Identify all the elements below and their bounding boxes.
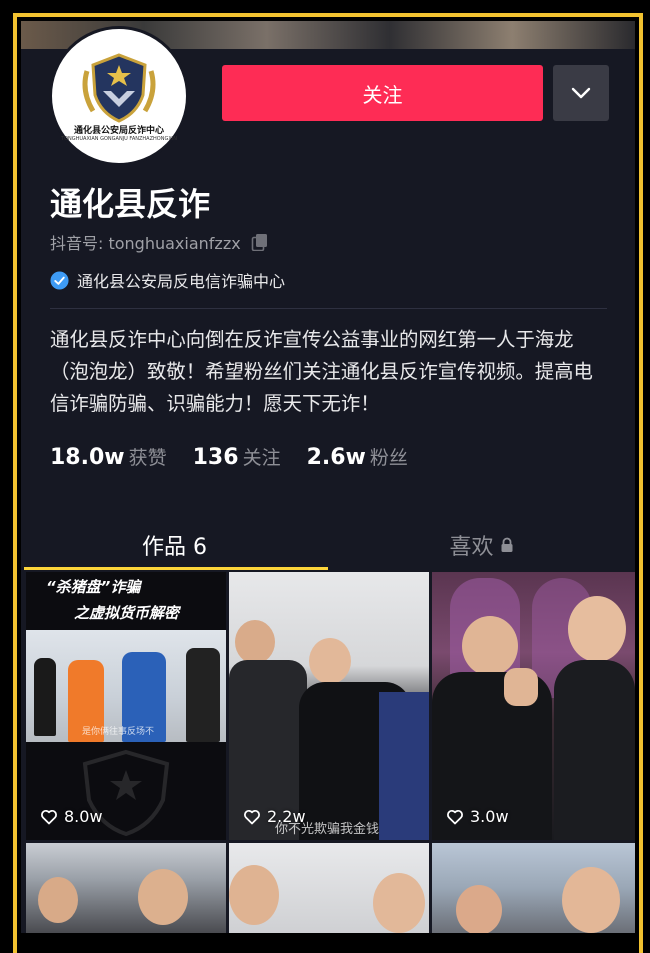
video-thumbnail[interactable]: 你不光欺骗我金钱 2.2w [229, 572, 429, 840]
douyin-id-row: 抖音号: tonghuaxianfzzx [50, 230, 269, 254]
heart-outline-icon [447, 809, 463, 824]
verified-badge-icon [50, 270, 69, 290]
stat-value: 2.6w [306, 445, 366, 470]
stat-followers[interactable]: 2.6w 粉丝 [307, 443, 408, 470]
stat-label: 关注 [242, 447, 281, 469]
video-frame: 是你俩往事反场不 [26, 630, 226, 742]
video-like-count: 2.2w [243, 807, 306, 826]
video-thumbnail[interactable] [26, 843, 226, 933]
video-like-count: 3.0w [446, 807, 509, 826]
avatar-subtitle: TONGHUAXIAN GONGANJU FANZHAZHONGXIN [61, 135, 177, 142]
profile-tabs: 作品 6 喜欢 [21, 521, 635, 569]
more-options-button[interactable] [553, 65, 609, 121]
video-overlay-title: “杀猪盘”诈骗 [46, 578, 141, 596]
tab-indicator [24, 567, 328, 570]
like-count-text: 8.0w [64, 807, 103, 826]
verified-org-name: 通化县公安局反电信诈骗中心 [77, 272, 286, 291]
profile-stats: 18.0w 获赞 136 关注 2.6w 粉丝 [50, 443, 408, 470]
heart-outline-icon [244, 809, 260, 824]
avatar[interactable]: 通化县公安局反诈中心 TONGHUAXIAN GONGANJU FANZHAZH… [49, 26, 189, 166]
video-thumbnail[interactable] [432, 843, 635, 933]
screenshot-frame: 通化县公安局反诈中心 TONGHUAXIAN GONGANJU FANZHAZH… [0, 0, 650, 953]
heart-outline-icon [41, 809, 57, 824]
stat-following[interactable]: 136 关注 [193, 443, 281, 470]
video-thumbnail[interactable] [229, 843, 429, 933]
divider [50, 308, 607, 309]
douyin-id-text: 抖音号: tonghuaxianfzzx [50, 234, 241, 253]
stat-label: 粉丝 [369, 447, 408, 469]
lock-icon [501, 537, 512, 552]
video-overlay-subtitle: 之虚拟货币解密 [74, 604, 180, 622]
stat-likes[interactable]: 18.0w 获赞 [50, 443, 167, 470]
stat-label: 获赞 [128, 447, 167, 469]
video-like-count: 8.0w [40, 807, 103, 826]
tab-likes[interactable]: 喜欢 [328, 521, 635, 569]
chevron-down-icon [571, 87, 591, 99]
like-count-text: 3.0w [470, 807, 509, 826]
verified-row: 通化县公安局反电信诈骗中心 [50, 268, 285, 292]
stat-value: 18.0w [50, 445, 125, 470]
copy-icon[interactable] [251, 233, 269, 251]
profile-bio: 通化县反诈中心向倒在反诈宣传公益事业的网红第一人于海龙（泡泡龙）致敬！希望粉丝们… [50, 328, 593, 415]
like-count-text: 2.2w [267, 807, 306, 826]
video-caption: 是你俩往事反场不 [82, 727, 155, 737]
video-grid: “杀猪盘”诈骗 之虚拟货币解密 是你俩往事反场不 8.0w 你不光欺骗我金钱 2… [21, 572, 635, 933]
police-shield-icon [82, 52, 156, 123]
profile-name: 通化县反诈 [50, 185, 211, 223]
tab-likes-label: 喜欢 [449, 535, 494, 560]
stat-value: 136 [192, 445, 239, 470]
avatar-title: 通化县公安局反诈中心 [73, 125, 164, 136]
follow-button[interactable]: 关注 [222, 65, 543, 121]
video-thumbnail[interactable]: “杀猪盘”诈骗 之虚拟货币解密 是你俩往事反场不 8.0w [26, 572, 226, 840]
video-thumbnail[interactable]: 3.0w [432, 572, 635, 840]
tab-works[interactable]: 作品 6 [21, 521, 328, 569]
profile-screen: 通化县公安局反诈中心 TONGHUAXIAN GONGANJU FANZHAZH… [21, 21, 635, 933]
